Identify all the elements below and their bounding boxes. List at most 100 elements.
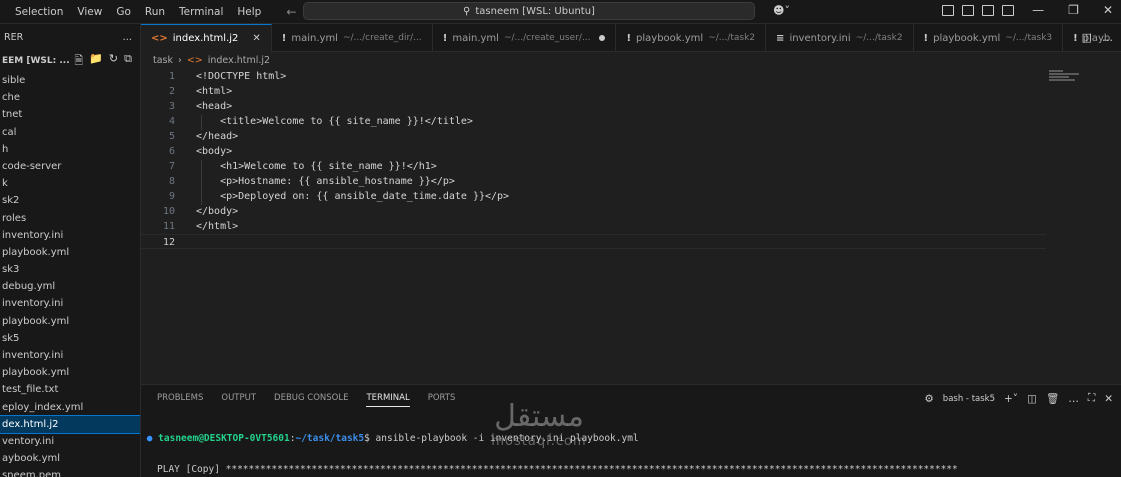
line-number: 1 (168, 71, 175, 82)
code-line[interactable]: 4 <title>Welcome to {{ site_name }}!</ti… (141, 114, 1046, 129)
tab-output[interactable]: OUTPUT (221, 393, 256, 407)
breadcrumb-folder[interactable]: task (153, 55, 173, 66)
toggle-sidebar-icon[interactable] (962, 5, 974, 16)
file-tree-item[interactable]: eploy_index.yml (0, 399, 140, 416)
file-tree-item[interactable]: inventory.ini (0, 347, 140, 364)
file-tree-item[interactable]: code-server (0, 158, 140, 175)
new-folder-icon[interactable]: 📁 (89, 52, 103, 71)
new-terminal-icon[interactable]: +˅ (1004, 393, 1018, 405)
code-line[interactable]: 3 <head> (141, 99, 1046, 114)
maximize-panel-icon[interactable]: ⛶ (1088, 392, 1095, 405)
more-actions-icon[interactable]: … (1068, 393, 1079, 405)
close-window-icon[interactable]: ✕ (1103, 3, 1113, 17)
code-line[interactable]: 7 <h1>Welcome to {{ site_name }}!</h1> (141, 159, 1046, 174)
file-tree-item[interactable]: sneem.pem (0, 467, 140, 477)
tab-debug-console[interactable]: DEBUG CONSOLE (274, 393, 348, 407)
restore-icon[interactable]: ❐ (1068, 3, 1079, 17)
workspace-folder[interactable]: EEM [WSL: ... 🗎 📁 ↻ ⧉ (0, 50, 140, 72)
trash-icon[interactable]: 🗑 (1046, 392, 1059, 405)
code-text: <body> (196, 146, 233, 157)
unsaved-dot-icon[interactable] (599, 35, 606, 41)
editor-tab[interactable]: ≡ inventory.ini ~/.../task2 (766, 24, 914, 52)
explorer-header: RER … (0, 24, 140, 50)
more-actions-icon[interactable]: … (1102, 31, 1113, 44)
file-tree-item[interactable]: inventory.ini (0, 295, 140, 312)
file-tree-item[interactable]: sk2 (0, 192, 140, 209)
menu-terminal[interactable]: Terminal (172, 6, 230, 18)
menu-help[interactable]: Help (230, 6, 268, 18)
file-tree-item[interactable]: dex.html.j2 (0, 414, 140, 434)
copilot-icon[interactable]: ☻˅ (773, 4, 790, 17)
tab-ports[interactable]: PORTS (428, 393, 456, 407)
editor-tab[interactable]: ! playbook.yml ~/.../task2 (616, 24, 767, 52)
toggle-secondary-sidebar-icon[interactable] (1002, 5, 1014, 16)
code-line[interactable]: 11 </html> (141, 219, 1046, 234)
file-tree: sible che tnet cal h code-server k sk2 roles inve… (0, 72, 140, 477)
editor-tab[interactable]: <> index.html.j2 ✕ (141, 24, 272, 52)
tab-label: index.html.j2 (172, 33, 239, 44)
code-line[interactable]: 10 </body> (141, 204, 1046, 219)
file-tree-item[interactable]: che (0, 89, 140, 106)
close-tab-icon[interactable]: ✕ (252, 33, 260, 44)
file-tree-item[interactable]: tnet (0, 106, 140, 123)
refresh-icon[interactable]: ↻ (109, 52, 118, 71)
terminal-output-line: PLAY [Copy] ****************************… (157, 464, 958, 475)
file-tree-item[interactable]: roles (0, 210, 140, 227)
tab-problems[interactable]: PROBLEMS (157, 393, 203, 407)
menu-go[interactable]: Go (109, 6, 138, 18)
file-tree-item[interactable]: aybook.yml (0, 450, 140, 467)
file-tree-item[interactable]: test_file.txt (0, 381, 140, 398)
terminal-shell-label[interactable]: bash - task5 (943, 394, 995, 404)
file-tree-item[interactable]: ventory.ini (0, 433, 140, 450)
code-line[interactable]: 12 (141, 234, 1046, 249)
code-line[interactable]: 5 </head> (141, 129, 1046, 144)
back-arrow-icon[interactable]: ← (286, 5, 296, 19)
tab-terminal[interactable]: TERMINAL (366, 393, 410, 407)
customize-layout-icon[interactable] (942, 5, 954, 16)
editor-tab[interactable]: ! main.yml ~/.../create_user/... (433, 24, 617, 52)
file-tree-item[interactable]: k (0, 175, 140, 192)
code-line[interactable]: 9 <p>Deployed on: {{ ansible_date_time.d… (141, 189, 1046, 204)
file-tree-item[interactable]: playbook.yml (0, 244, 140, 261)
search-icon: ⚲ (463, 5, 471, 17)
file-tree-item[interactable]: h (0, 141, 140, 158)
file-tree-item[interactable]: sible (0, 72, 140, 89)
bottom-panel: PROBLEMS OUTPUT DEBUG CONSOLE TERMINAL P… (141, 384, 1121, 477)
new-file-icon[interactable]: 🗎 (74, 52, 83, 71)
toggle-panel-icon[interactable] (982, 5, 994, 16)
command-center-search[interactable]: ⚲ tasneem [WSL: Ubuntu] (303, 2, 755, 20)
code-line[interactable]: 1 <!DOCTYPE html> (141, 69, 1046, 84)
split-terminal-icon[interactable]: ◫ (1027, 393, 1037, 405)
code-line[interactable]: 8 <p>Hostname: {{ ansible_hostname }}</p… (141, 174, 1046, 189)
menu-run[interactable]: Run (138, 6, 172, 18)
indent-guide (201, 160, 202, 205)
file-tree-item[interactable]: sk3 (0, 261, 140, 278)
menu-view[interactable]: View (70, 6, 109, 18)
code-text: </html> (196, 221, 239, 232)
code-line[interactable]: 2 <html> (141, 84, 1046, 99)
file-tree-item[interactable]: sk5 (0, 330, 140, 347)
code-line[interactable]: 6 <body> (141, 144, 1046, 159)
split-editor-icon[interactable]: ◫ (1082, 31, 1092, 44)
terminal-shell-icon: ⚙ (924, 392, 934, 405)
collapse-all-icon[interactable]: ⧉ (124, 52, 132, 71)
editor-tab[interactable]: ! main.yml ~/.../create_dir/... (272, 24, 433, 52)
close-panel-icon[interactable]: ✕ (1104, 393, 1113, 405)
minimize-icon[interactable]: — (1032, 3, 1044, 17)
minimap[interactable] (1049, 70, 1085, 86)
more-actions-icon[interactable]: … (123, 32, 133, 43)
breadcrumb-file[interactable]: index.html.j2 (208, 55, 270, 66)
file-tree-item[interactable]: playbook.yml (0, 364, 140, 381)
file-tree-item[interactable]: playbook.yml (0, 313, 140, 330)
code-text: </body> (196, 206, 239, 217)
file-tree-item[interactable]: cal (0, 124, 140, 141)
code-editor[interactable]: 1 <!DOCTYPE html> 2 <html> 3 <head> 4 <title>W… (141, 68, 1121, 384)
file-type-icon: ! (281, 32, 287, 44)
terminal-prompt-line[interactable]: ● tasneem@DESKTOP-0VT5601:~/task/task5$ … (141, 433, 1121, 444)
file-tree-item[interactable]: debug.yml (0, 278, 140, 295)
file-tree-item[interactable]: inventory.ini (0, 227, 140, 244)
file-type-icon: ! (442, 32, 448, 44)
menu-selection[interactable]: Selection (8, 6, 70, 18)
editor-tab[interactable]: ! playbook.yml ~/.../task3 (914, 24, 1064, 52)
terminal-command: $ ansible-playbook -i inventory.ini play… (364, 433, 639, 444)
